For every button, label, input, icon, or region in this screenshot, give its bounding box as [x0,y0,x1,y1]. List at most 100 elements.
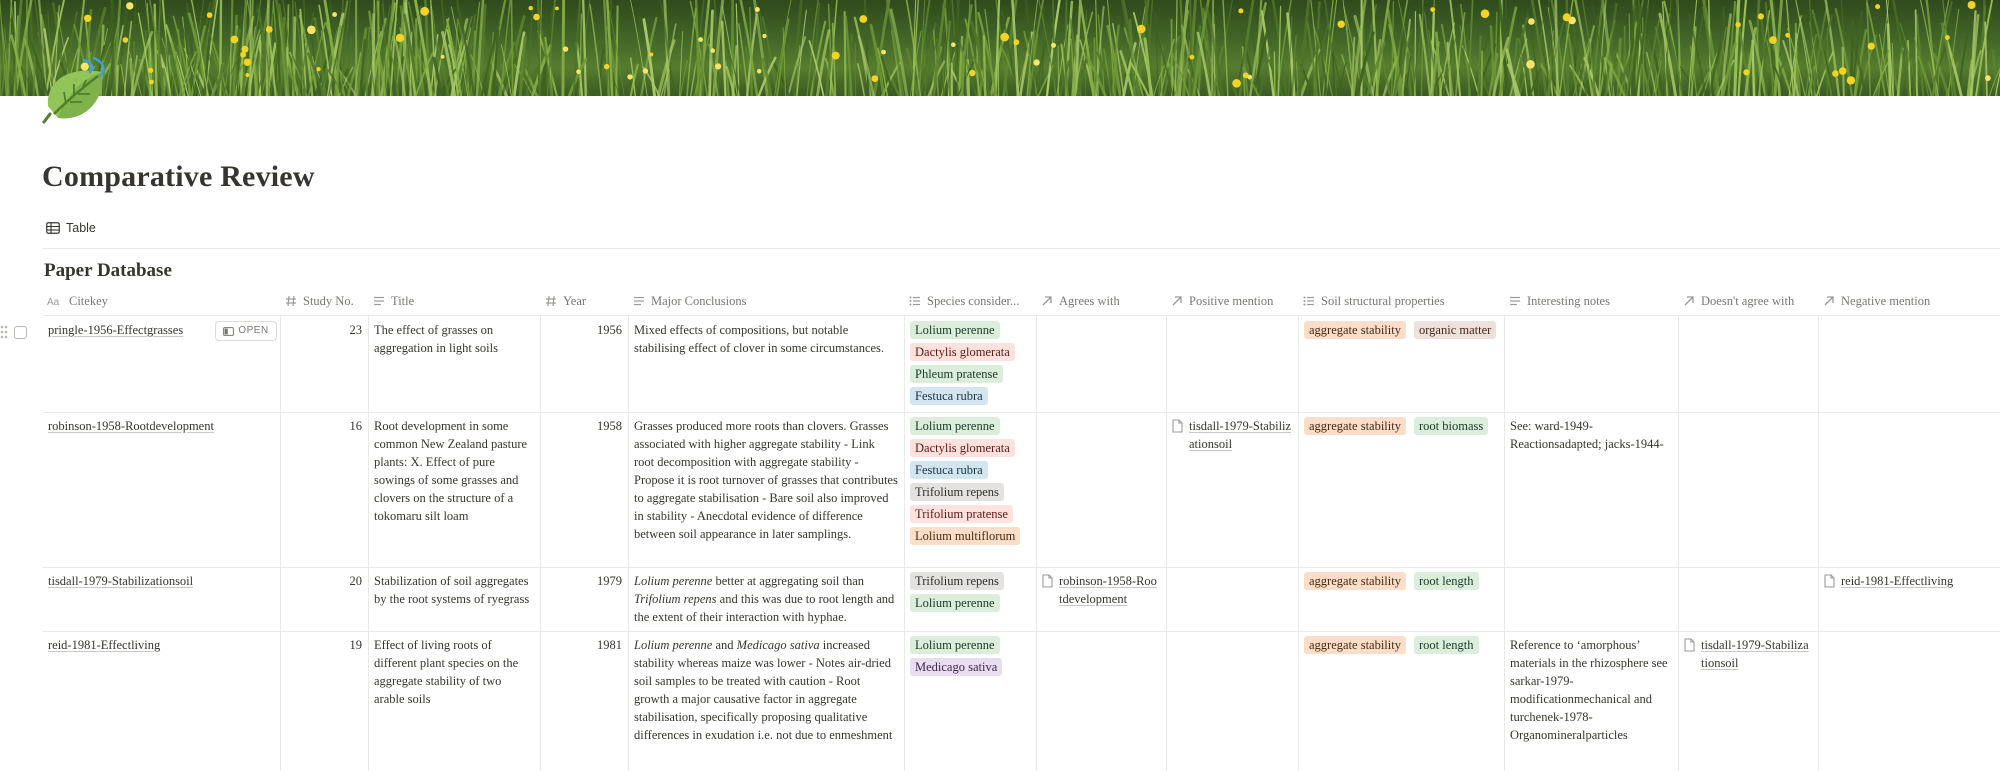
view-tab-label: Table [66,221,96,235]
list-icon [1303,295,1315,307]
study-number-cell-text: 23 [349,323,363,337]
relation-link[interactable]: tisdall-1979-Stabilizationsoil [1684,636,1812,672]
major-conclusions-cell[interactable]: Lolium perenne and Medicago sativa incre… [628,631,904,771]
column-header-negative-mention[interactable]: Negative mention [1818,287,2000,315]
title-cell[interactable]: The effect of grasses on aggregation in … [368,316,540,412]
study-number-cell[interactable]: 20 [280,567,368,631]
agrees-with-cell[interactable] [1036,631,1166,771]
row-drag-handle[interactable] [0,323,40,341]
option-tag: aggregate stability [1304,417,1406,435]
relation-link[interactable]: tisdall-1979-Stabilizationsoil [1172,417,1292,453]
title-cell[interactable]: Root development in some common New Zeal… [368,412,540,567]
option-tag: Trifolium repens [910,572,1004,590]
column-header-interesting-notes[interactable]: Interesting notes [1504,287,1678,315]
citekey-cell[interactable]: robinson-1958-Rootdevelopment [42,412,280,567]
relation-link[interactable]: reid-1981-Effectliving [1824,572,1994,590]
leaf-page-icon[interactable] [40,56,114,130]
year-cell[interactable]: 1956 [540,316,628,412]
species-considered-cell[interactable]: Trifolium repens Lolium perenne [904,567,1036,631]
option-tag: Lolium perenne [910,321,1000,339]
positive-mention-cell[interactable] [1166,316,1298,412]
page-cover-image[interactable] [0,0,2000,96]
text-lines-icon [1509,295,1521,307]
interesting-notes-cell[interactable] [1504,316,1678,412]
doesnt-agree-with-cell[interactable] [1678,567,1818,631]
row-select-checkbox[interactable] [14,325,27,339]
positive-mention-cell[interactable] [1166,567,1298,631]
option-tag: Medicago sativa [910,658,1003,676]
major-conclusions-cell[interactable]: Mixed effects of compositions, but notab… [628,316,904,412]
column-header-title[interactable]: Title [368,287,540,315]
option-tag: Dactylis glomerata [910,343,1015,361]
citekey-cell[interactable]: tisdall-1979-Stabilizationsoil [42,567,280,631]
doesnt-agree-with-cell[interactable]: tisdall-1979-Stabilizationsoil [1678,631,1818,771]
column-header-label: Year [563,293,587,308]
citekey-cell[interactable]: reid-1981-Effectliving [42,631,280,771]
soil-properties-cell[interactable]: aggregate stability root biomass [1298,412,1504,567]
option-tag: aggregate stability [1304,636,1406,654]
column-header-agrees-with[interactable]: Agrees with [1036,287,1166,315]
citekey-cell[interactable]: pringle-1956-Effectgrasses OPEN [42,316,280,412]
soil-properties-cell[interactable]: aggregate stability organic matter [1298,316,1504,412]
species-considered-cell[interactable]: Lolium perenne Medicago sativa [904,631,1036,771]
agrees-with-cell[interactable] [1036,316,1166,412]
interesting-notes-cell[interactable] [1504,567,1678,631]
major-conclusions-cell[interactable]: Grasses produced more roots than clovers… [628,412,904,567]
interesting-notes-cell[interactable]: Reference to ‘amorphous’ materials in th… [1504,631,1678,771]
major-conclusions-cell[interactable]: Lolium perenne better at aggregating soi… [628,567,904,631]
interesting-notes-cell[interactable]: See: ward-1949-Reactionsadapted; jacks-1… [1504,412,1678,567]
species-considered-cell[interactable]: Lolium perenne Dactylis glomerata Phleum p… [904,316,1036,412]
species-considered-cell[interactable]: Lolium perenne Dactylis glomerata Festuca … [904,412,1036,567]
agrees-with-cell[interactable] [1036,412,1166,567]
text-lines-icon [633,295,645,307]
year-cell[interactable]: 1979 [540,567,628,631]
study-number-cell[interactable]: 16 [280,412,368,567]
year-cell[interactable]: 1958 [540,412,628,567]
relation-arrow-icon [1041,295,1053,307]
option-tag: Lolium multiflorum [910,527,1021,545]
soil-properties-cell-tags: aggregate stability organic matter [1304,321,1498,339]
title-cell[interactable]: Effect of living roots of different plan… [368,631,540,771]
column-header-major-conclusions[interactable]: Major Conclusions [628,287,904,315]
agrees-with-cell[interactable]: robinson-1958-Rootdevelopment [1036,567,1166,631]
study-number-cell[interactable]: 23 [280,316,368,412]
view-tab-table[interactable]: Table [46,221,96,235]
species-considered-cell-tags: Lolium perenne Dactylis glomerata Festuca … [910,417,1030,545]
soil-properties-cell[interactable]: aggregate stability root length [1298,631,1504,771]
option-tag: Dactylis glomerata [910,439,1015,457]
positive-mention-cell[interactable] [1166,631,1298,771]
major-conclusions-cell-text: Grasses produced more roots than clovers… [634,419,898,541]
year-cell[interactable]: 1981 [540,631,628,771]
positive-mention-cell[interactable]: tisdall-1979-Stabilizationsoil [1166,412,1298,567]
open-page-button[interactable]: OPEN [215,321,277,341]
negative-mention-cell[interactable]: reid-1981-Effectliving [1818,567,2000,631]
column-header-species-considered[interactable]: Species consider... [904,287,1036,315]
title-cell[interactable]: Stabilization of soil aggregates by the … [368,567,540,631]
column-header-doesnt-agree-with[interactable]: Doesn't agree with [1678,287,1818,315]
column-header-label: Major Conclusions [651,293,747,308]
species-name-italic: Lolium perenne [634,574,713,588]
soil-properties-cell[interactable]: aggregate stability root length [1298,567,1504,631]
open-button-label: OPEN [238,325,269,336]
column-header-label: Positive mention [1189,293,1274,308]
database-title[interactable]: Paper Database [44,260,172,282]
column-header-soil-structural-properties[interactable]: Soil structural properties [1298,287,1504,315]
negative-mention-cell[interactable] [1818,412,2000,567]
species-name-italic: Lolium perenne [634,638,713,652]
column-header-study-no[interactable]: Study No. [280,287,368,315]
doesnt-agree-with-cell[interactable] [1678,412,1818,567]
negative-mention-cell[interactable] [1818,631,2000,771]
species-considered-cell-tags: Lolium perenne Medicago sativa [910,636,1030,676]
column-header-positive-mention[interactable]: Positive mention [1166,287,1298,315]
relation-link[interactable]: robinson-1958-Rootdevelopment [1042,572,1160,608]
view-divider [42,248,2000,249]
open-side-peek-icon [223,326,235,336]
study-number-cell[interactable]: 19 [280,631,368,771]
doesnt-agree-with-cell[interactable] [1678,316,1818,412]
title-text-icon: Aa [47,295,63,307]
column-header-citekey[interactable]: Aa Citekey [42,287,280,315]
negative-mention-cell[interactable] [1818,316,2000,412]
table-icon [46,222,60,234]
page-title[interactable]: Comparative Review [42,160,315,194]
column-header-year[interactable]: Year [540,287,628,315]
